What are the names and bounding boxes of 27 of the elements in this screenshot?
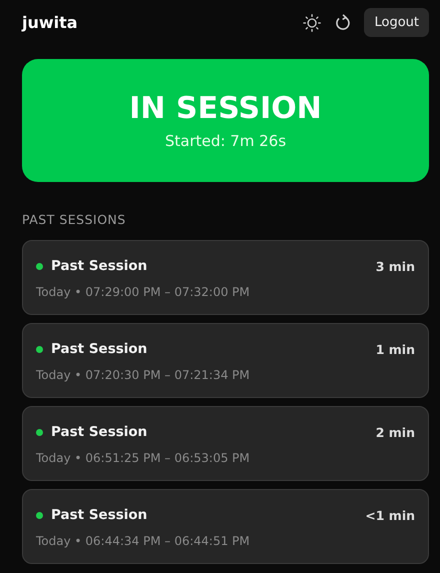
session-duration: <1 min [365,508,415,522]
session-time: Today • 07:29:00 PM – 07:32:00 PM [36,285,251,299]
logout-button[interactable]: Logout [364,8,429,37]
username: juwita [22,13,78,32]
session-card[interactable]: Past Session <1 min Today • 06:44:34 PM – 06:44:51 PM [22,489,429,564]
status-dot [36,346,43,352]
session-title: Past Session [51,507,148,523]
session-time: Today • 06:51:25 PM – 06:53:05 PM [36,451,251,465]
session-title: Past Session [51,424,148,440]
session-title: Past Session [51,258,148,274]
session-card[interactable]: Past Session 1 min Today • 07:20:30 PM – 07:21:34 PM [22,323,429,398]
status-dot [36,512,43,518]
session-time: Today • 06:44:34 PM – 06:44:51 PM [36,534,251,548]
status-subtitle: Started: 7m 26s [164,132,286,150]
status-dot [36,428,43,436]
status-dot [36,262,43,270]
section-heading: PAST SESSIONS [22,212,127,227]
session-card[interactable]: Past Session 3 min Today • 07:29:00 PM – 07:32:00 PM [22,240,429,315]
session-duration: 2 min [376,424,415,440]
sun-icon[interactable] [303,14,322,32]
session-time: Today • 07:20:30 PM – 07:21:34 PM [36,368,251,382]
session-duration: 3 min [376,258,415,274]
refresh-icon[interactable] [335,14,350,31]
status-title: IN SESSION [129,91,322,126]
session-title: Past Session [51,341,148,357]
session-card[interactable]: Past Session 2 min Today • 06:51:25 PM – 06:53:05 PM [22,406,429,481]
session-duration: 1 min [376,342,415,356]
